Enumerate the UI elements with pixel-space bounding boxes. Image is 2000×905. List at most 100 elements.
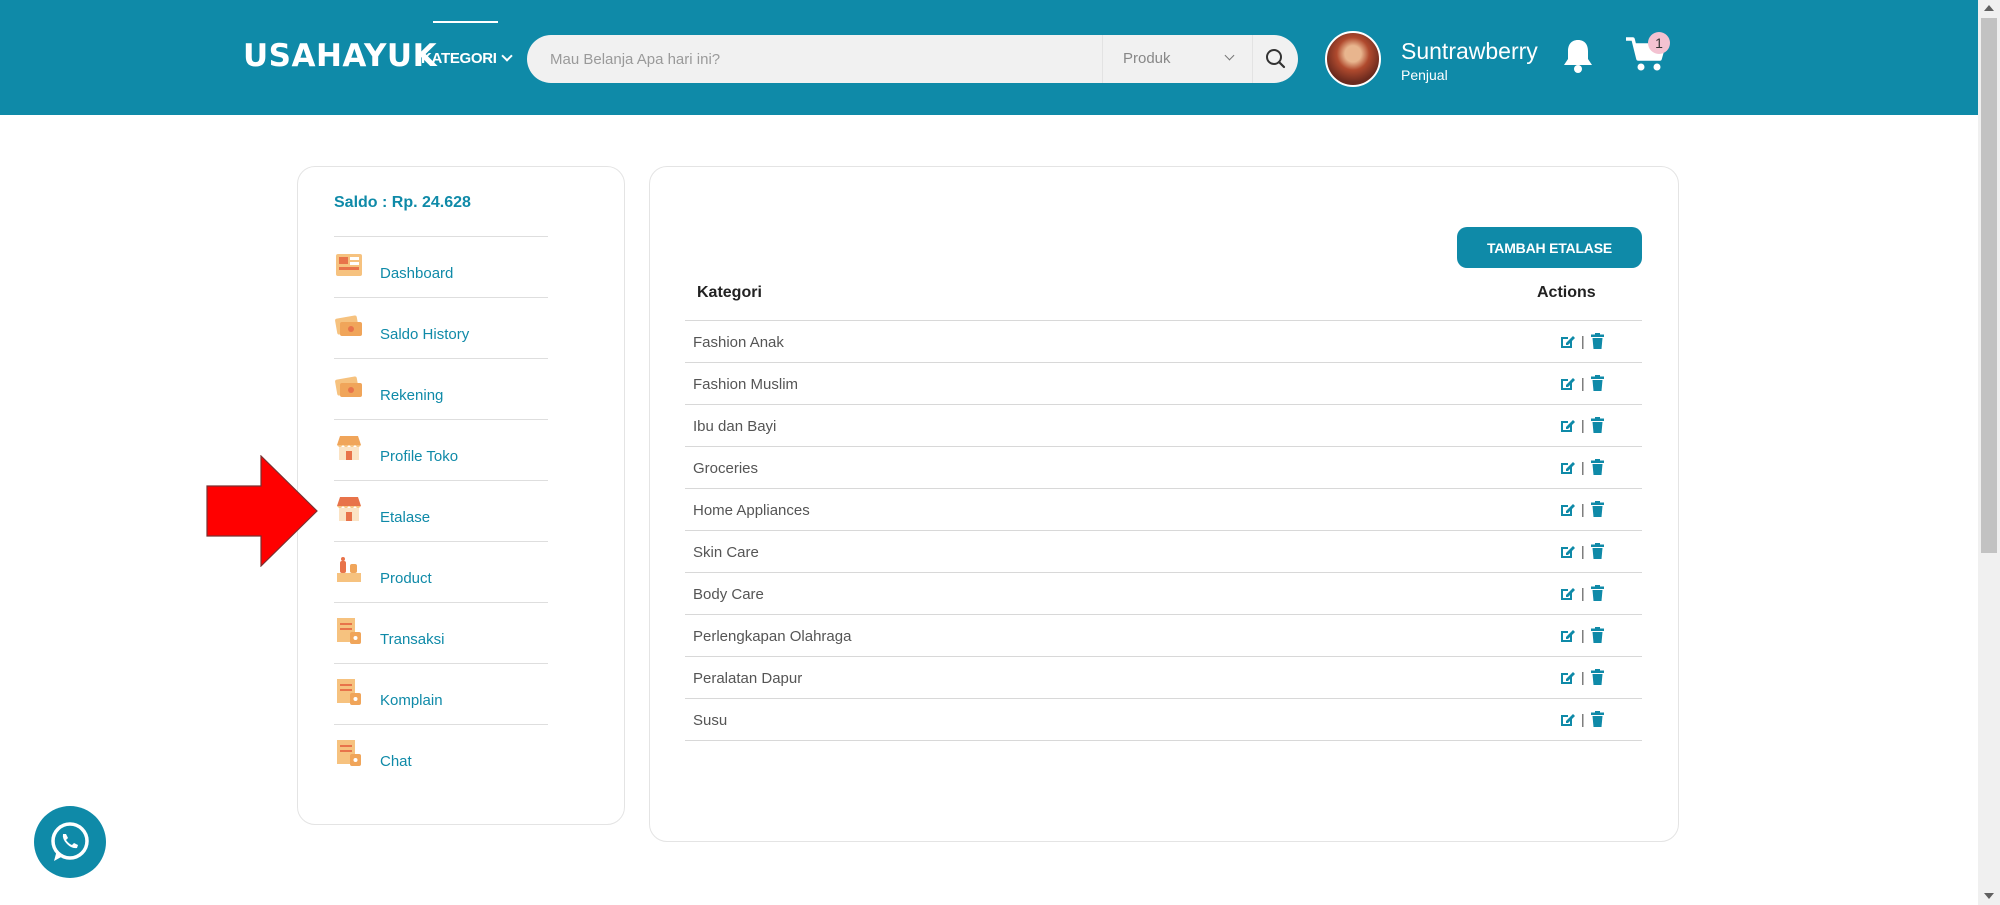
action-separator: | bbox=[1581, 543, 1585, 559]
edit-icon[interactable] bbox=[1559, 333, 1576, 350]
sidebar-item-label: Transaksi bbox=[380, 631, 445, 648]
etalase-panel: TAMBAH ETALASE Kategori Actions Fashion … bbox=[649, 166, 1679, 842]
sidebar-item-label: Saldo History bbox=[380, 326, 470, 343]
etalase-category-name: Skin Care bbox=[693, 544, 759, 561]
edit-icon[interactable] bbox=[1559, 711, 1576, 728]
user-avatar[interactable] bbox=[1325, 31, 1381, 87]
edit-icon[interactable] bbox=[1559, 417, 1576, 434]
action-separator: | bbox=[1581, 459, 1585, 475]
whatsapp-button[interactable] bbox=[34, 806, 106, 878]
sidebar-menu: Dashboard Saldo History Rekening Profile… bbox=[334, 236, 548, 785]
chevron-down-icon bbox=[500, 50, 513, 62]
etalase-category-name: Fashion Anak bbox=[693, 334, 784, 351]
cart-count-badge: 1 bbox=[1648, 32, 1670, 54]
sidebar-item-label: Komplain bbox=[380, 692, 443, 709]
search-bar: Produk bbox=[527, 35, 1298, 83]
etalase-category-name: Groceries bbox=[693, 460, 759, 477]
product-icon bbox=[337, 557, 361, 582]
trash-icon[interactable] bbox=[1591, 627, 1604, 643]
document-icon bbox=[337, 618, 361, 644]
trash-icon[interactable] bbox=[1591, 669, 1604, 685]
search-scope-select[interactable]: Produk bbox=[1102, 35, 1253, 83]
action-separator: | bbox=[1581, 417, 1585, 433]
tambah-etalase-button[interactable]: TAMBAH ETALASE bbox=[1457, 227, 1642, 268]
action-separator: | bbox=[1581, 669, 1585, 685]
annotation-arrow-icon bbox=[206, 455, 318, 567]
bell-icon[interactable] bbox=[1561, 37, 1595, 75]
search-icon bbox=[1266, 49, 1286, 69]
etalase-category-name: Susu bbox=[693, 712, 728, 729]
kategori-label: KATEGORI bbox=[421, 50, 497, 67]
edit-icon[interactable] bbox=[1559, 459, 1576, 476]
saldo-history-icon bbox=[335, 315, 362, 336]
trash-icon[interactable] bbox=[1591, 459, 1604, 475]
sidebar-item-transaksi[interactable]: Transaksi bbox=[334, 602, 548, 663]
document-icon bbox=[337, 740, 361, 766]
table-row: Peralatan Dapur | bbox=[685, 657, 1642, 699]
user-role: Penjual bbox=[1401, 67, 1448, 83]
sidebar-item-saldo-history[interactable]: Saldo History bbox=[334, 297, 548, 358]
search-button[interactable] bbox=[1252, 35, 1298, 83]
dashboard-icon bbox=[336, 254, 362, 276]
action-separator: | bbox=[1581, 375, 1585, 391]
kategori-indicator bbox=[433, 21, 498, 23]
search-input[interactable] bbox=[527, 35, 1125, 83]
column-header-kategori: Kategori bbox=[697, 284, 762, 301]
sidebar-item-rekening[interactable]: Rekening bbox=[334, 358, 548, 419]
table-row: Home Appliances | bbox=[685, 489, 1642, 531]
action-separator: | bbox=[1581, 585, 1585, 601]
table-row: Fashion Muslim | bbox=[685, 363, 1642, 405]
action-separator: | bbox=[1581, 501, 1585, 517]
sidebar-item-dashboard[interactable]: Dashboard bbox=[334, 236, 548, 297]
table-row: Fashion Anak | bbox=[685, 321, 1642, 363]
sidebar-item-product[interactable]: Product bbox=[334, 541, 548, 602]
table-row: Ibu dan Bayi | bbox=[685, 405, 1642, 447]
sidebar-item-profile-toko[interactable]: Profile Toko bbox=[334, 419, 548, 480]
scroll-up-icon[interactable] bbox=[1984, 5, 1994, 11]
store-icon bbox=[337, 436, 361, 460]
edit-icon[interactable] bbox=[1559, 627, 1576, 644]
etalase-table: Fashion Anak | Fashion Muslim | Ibu dan Bayi… bbox=[685, 320, 1642, 741]
top-navbar: USAHAYUK KATEGORI Produk Suntrawberry Pe… bbox=[0, 0, 1978, 115]
table-row: Skin Care | bbox=[685, 531, 1642, 573]
chevron-down-icon bbox=[1224, 50, 1235, 61]
seller-sidebar: Saldo : Rp. 24.628 Dashboard Saldo Histo… bbox=[297, 166, 625, 825]
table-row: Groceries | bbox=[685, 447, 1642, 489]
search-scope-value: Produk bbox=[1123, 50, 1171, 67]
site-logo[interactable]: USAHAYUK bbox=[243, 38, 437, 74]
trash-icon[interactable] bbox=[1591, 585, 1604, 601]
table-row: Perlengkapan Olahraga | bbox=[685, 615, 1642, 657]
edit-icon[interactable] bbox=[1559, 501, 1576, 518]
trash-icon[interactable] bbox=[1591, 711, 1604, 727]
sidebar-item-etalase[interactable]: Etalase bbox=[334, 480, 548, 541]
sidebar-item-komplain[interactable]: Komplain bbox=[334, 663, 548, 724]
whatsapp-icon bbox=[51, 822, 89, 861]
trash-icon[interactable] bbox=[1591, 375, 1604, 391]
scrollbar-thumb[interactable] bbox=[1981, 18, 1997, 553]
etalase-category-name: Home Appliances bbox=[693, 502, 810, 519]
etalase-category-name: Body Care bbox=[693, 586, 764, 603]
user-name[interactable]: Suntrawberry bbox=[1401, 38, 1538, 65]
edit-icon[interactable] bbox=[1559, 375, 1576, 392]
sidebar-item-label: Product bbox=[380, 570, 432, 587]
trash-icon[interactable] bbox=[1591, 417, 1604, 433]
scroll-down-icon[interactable] bbox=[1984, 893, 1994, 899]
sidebar-item-label: Profile Toko bbox=[380, 448, 459, 465]
sidebar-item-label: Rekening bbox=[380, 387, 444, 404]
rekening-icon bbox=[335, 376, 362, 397]
kategori-dropdown[interactable]: KATEGORI bbox=[421, 50, 513, 67]
edit-icon[interactable] bbox=[1559, 543, 1576, 560]
action-separator: | bbox=[1581, 627, 1585, 643]
etalase-category-name: Perlengkapan Olahraga bbox=[693, 628, 852, 645]
saldo-balance: Saldo : Rp. 24.628 bbox=[334, 194, 471, 211]
sidebar-item-chat[interactable]: Chat bbox=[334, 724, 548, 785]
table-row: Susu | bbox=[685, 699, 1642, 741]
action-separator: | bbox=[1581, 333, 1585, 349]
edit-icon[interactable] bbox=[1559, 585, 1576, 602]
etalase-category-name: Fashion Muslim bbox=[693, 376, 799, 393]
trash-icon[interactable] bbox=[1591, 543, 1604, 559]
page-scrollbar[interactable] bbox=[1978, 0, 2000, 905]
edit-icon[interactable] bbox=[1559, 669, 1576, 686]
trash-icon[interactable] bbox=[1591, 501, 1604, 517]
trash-icon[interactable] bbox=[1591, 333, 1604, 349]
